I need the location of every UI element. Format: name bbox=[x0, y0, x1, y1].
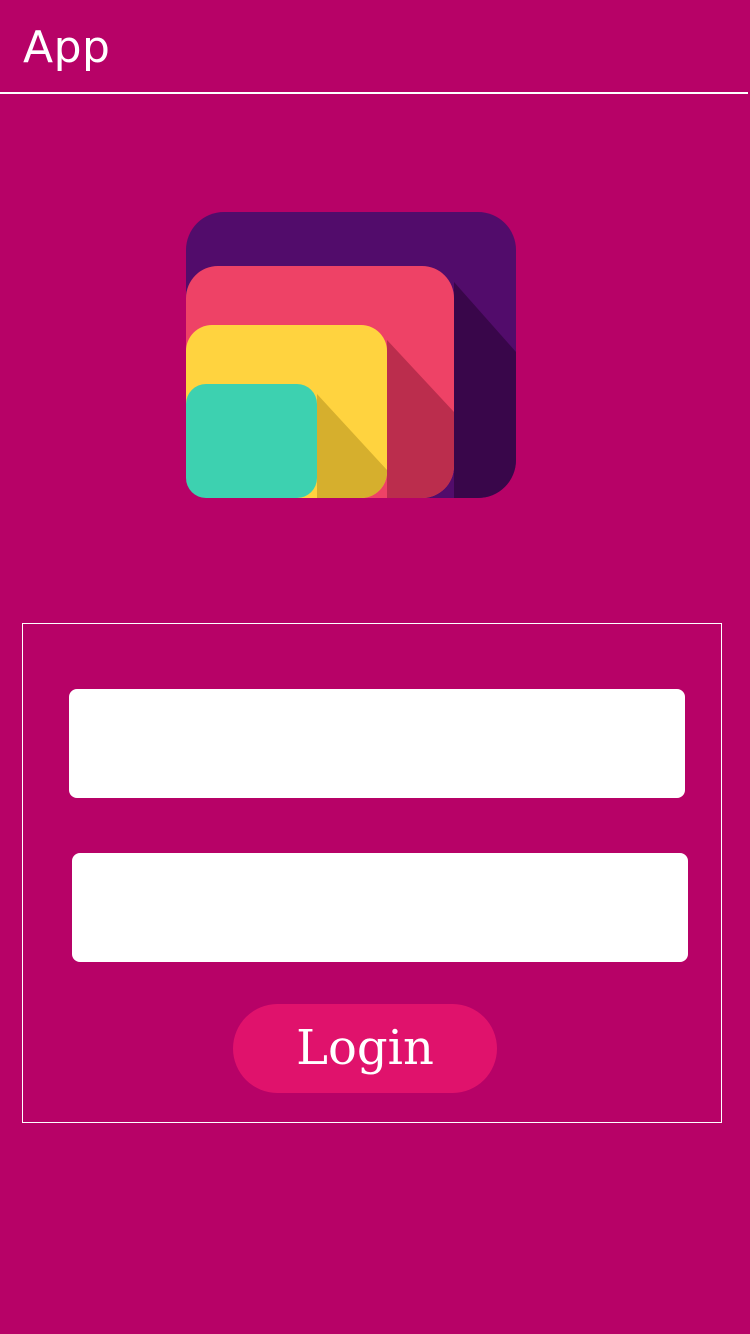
logo-inner-square bbox=[186, 384, 317, 498]
login-field-one[interactable] bbox=[69, 689, 685, 798]
layered-squares-logo-icon bbox=[186, 212, 516, 498]
header-divider bbox=[0, 92, 748, 94]
login-button[interactable]: Login bbox=[233, 1004, 497, 1093]
login-field-two[interactable] bbox=[72, 853, 688, 962]
app-header: App bbox=[0, 0, 750, 94]
app-title: App bbox=[23, 22, 111, 73]
